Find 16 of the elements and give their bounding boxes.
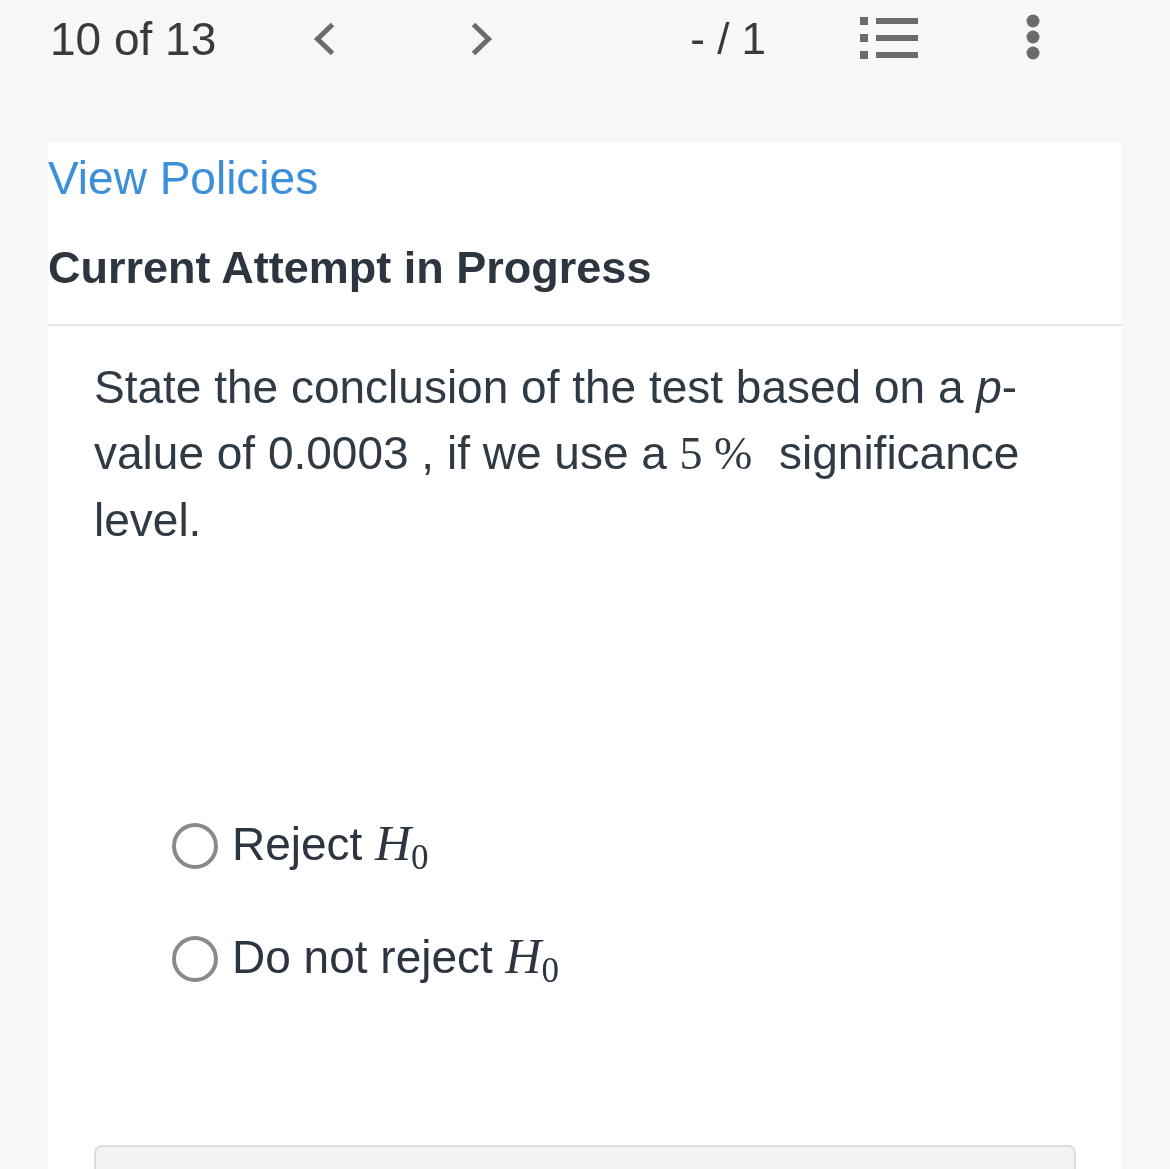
list-icon	[860, 16, 919, 60]
next-button[interactable]	[470, 20, 495, 58]
attempt-heading: Current Attempt in Progress	[48, 241, 652, 295]
chevron-left-icon	[312, 22, 337, 56]
option-label[interactable]: Reject H$_{0}$	[232, 812, 429, 880]
chevron-right-icon	[470, 22, 495, 56]
previous-button[interactable]	[312, 20, 337, 58]
option-label[interactable]: Do not reject H$_{0}$	[232, 925, 559, 993]
question-text: State the conclusion of the test based on a p-value of 0.0003 , if we use a 5 % significance level.	[94, 360, 1021, 548]
score-text: - / 1	[690, 13, 767, 65]
more-button[interactable]	[1026, 14, 1041, 60]
radio-button[interactable]	[172, 823, 218, 869]
kebab-menu-icon	[1026, 14, 1041, 60]
radio-button[interactable]	[172, 936, 218, 982]
question-counter: 10 of 13	[50, 12, 217, 66]
question-list-button[interactable]	[860, 16, 919, 60]
